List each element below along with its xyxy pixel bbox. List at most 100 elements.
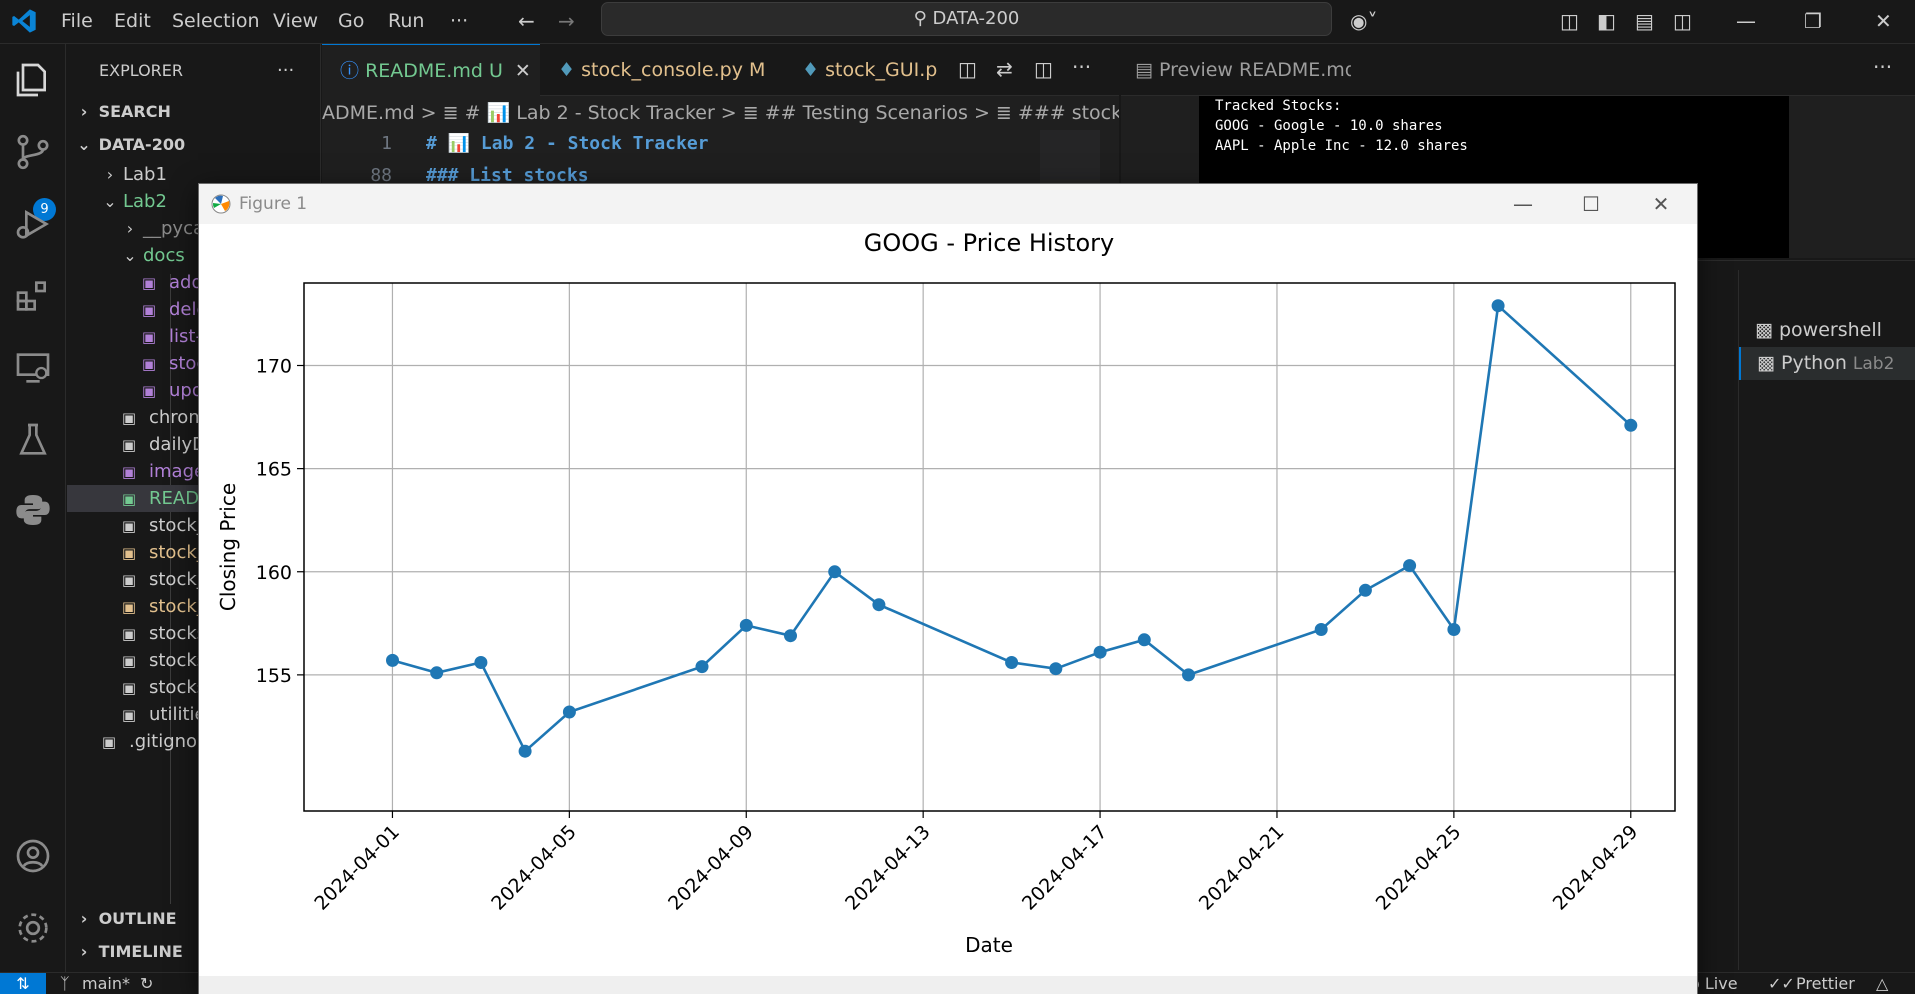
activity-bar: 9 [0,44,66,972]
file-icon: ▣ [141,382,157,400]
data-point [1137,633,1151,647]
explorer-more-button[interactable]: ··· [277,54,317,87]
title-bar: File Edit Selection View Go Run ··· ← → … [0,0,1915,44]
minimap[interactable] [1040,130,1100,190]
command-center-search[interactable]: ⚲ DATA-200 [601,2,1332,36]
price-history-chart[interactable]: GOOG - Price History 2024-04-01 2024-04-0… [199,224,1697,976]
file-icon: ▣ [141,328,157,346]
back-arrow-icon[interactable]: ← [518,10,535,32]
search-section[interactable]: › SEARCH [67,95,320,128]
vscode-logo-icon[interactable] [10,7,38,35]
preview-more-icon[interactable]: ··· [1873,56,1892,78]
tab-stock-console[interactable]: ♦ stock_console.py M [540,44,790,96]
python-icon[interactable] [13,490,53,530]
toggle-sidebar-icon[interactable]: ◧ [1597,10,1616,32]
editor-tab-bar: ⓘ README.md U ✕ ♦ stock_console.py M ♦ s… [322,44,1119,96]
figure-close-icon[interactable]: ✕ [1631,184,1691,224]
y-axis-label: Closing Price [216,483,240,611]
branch-icon: ᛉ [60,974,70,993]
figure-maximize-icon[interactable]: ☐ [1561,184,1621,224]
tab-preview-readme[interactable]: ▤ Preview README.md ✕ [1121,44,1351,96]
account-icon[interactable] [13,836,53,876]
figure-window-title: Figure 1 [239,194,308,214]
minimize-icon[interactable]: — [1736,10,1756,32]
terminal-suffix: Lab2 [1852,354,1895,374]
sync-icon[interactable]: ↻ [140,973,153,994]
check-icon: ✓✓ [1768,974,1795,993]
code-editor[interactable]: 1 # 📊 Lab 2 - Stock Tracker 88 ### List … [322,130,1119,190]
x-axis-label: Date [965,933,1013,957]
x-tick-label: 2024-04-01 [310,821,404,915]
remote-explorer-icon[interactable] [13,348,53,388]
data-point [739,618,753,632]
preview-line: Tracked Stocks: [1215,98,1342,114]
file-icon: ▣ [121,544,137,562]
terminal-item-powershell[interactable]: ▩ powershell [1739,314,1915,347]
testing-flask-icon[interactable] [13,420,53,460]
menu-file[interactable]: File [61,6,93,36]
customize-layout-icon[interactable]: ◫ [1560,10,1579,32]
figure-minimize-icon[interactable]: — [1493,184,1553,224]
file-icon: ▣ [121,706,137,724]
menu-selection[interactable]: Selection [172,6,260,36]
workspace-root-label: DATA-200 [98,135,186,154]
menu-edit[interactable]: Edit [114,6,151,36]
data-point [562,705,576,719]
search-section-label: SEARCH [98,102,171,121]
restore-icon[interactable]: ❐ [1804,10,1822,32]
menu-run[interactable]: Run [388,6,424,36]
prettier-label[interactable]: Prettier [1796,973,1855,994]
file-icon: ▣ [121,490,137,508]
editor-more-icon[interactable]: ··· [1072,56,1091,78]
extensions-icon[interactable] [13,276,53,316]
terminal-item-python[interactable]: ▩ Python Lab2 [1739,347,1915,380]
code-line: # 📊 Lab 2 - Stock Tracker [426,133,709,154]
compare-changes-icon[interactable]: ⇄ [996,58,1013,80]
figure-titlebar[interactable]: Figure 1 — ☐ ✕ [199,184,1697,224]
preview-tab-bar: ▤ Preview README.md ✕ ··· [1121,44,1915,96]
tree-item-label: Lab1 [123,164,167,185]
settings-gear-icon[interactable] [13,908,53,948]
search-icon: ⚲ [913,8,927,29]
tab-readme[interactable]: ⓘ README.md U ✕ [322,44,540,96]
chevron-icon: ⌄ [103,192,117,211]
data-point [386,653,399,667]
outline-section-label: OUTLINE [98,909,177,928]
workspace-root[interactable]: ⌄ DATA-200 [67,128,320,161]
x-tick-label: 2024-04-29 [1549,821,1643,915]
toggle-secondary-sidebar-icon[interactable]: ◫ [1673,10,1692,32]
command-center-label: DATA-200 [932,8,1020,29]
breadcrumb[interactable]: ADME.md > ≣ # 📊 Lab 2 - Stock Tracker > … [322,96,1119,130]
remote-indicator-icon[interactable]: ⇅ [0,973,46,994]
y-tick-label: 165 [256,459,292,481]
chart-title: GOOG - Price History [864,229,1114,257]
terminal-icon: ▩ [1755,319,1773,341]
toggle-panel-icon[interactable]: ▤ [1635,10,1654,32]
tab-stock-gui[interactable]: ♦ stock_GUI.p [790,44,940,96]
explorer-icon[interactable] [13,60,53,100]
file-icon: ▣ [101,733,117,751]
notifications-bell-icon[interactable]: △ [1876,973,1888,994]
x-tick-label: 2024-04-17 [1018,821,1112,915]
copilot-icon[interactable]: ◉˅ [1350,10,1377,32]
figure-toolbar[interactable] [199,976,1697,994]
y-tick-label: 155 [256,665,292,687]
terminal-label: powershell [1779,319,1882,341]
x-tick-label: 2024-04-05 [487,821,581,915]
branch-label[interactable]: main* [82,973,130,994]
source-control-icon[interactable] [13,132,53,172]
forward-arrow-icon[interactable]: → [558,10,575,32]
x-tick-label: 2024-04-25 [1372,821,1466,915]
run-debug-icon[interactable] [13,204,53,244]
split-editor-icon[interactable]: ◫ [1034,58,1053,80]
file-icon: ▣ [121,463,137,481]
menu-view[interactable]: View [273,6,318,36]
file-icon: ▣ [121,625,137,643]
close-window-icon[interactable]: ✕ [1875,10,1892,32]
series-goog [386,299,1638,758]
close-tab-icon[interactable]: ✕ [515,60,531,82]
menu-go[interactable]: Go [338,6,364,36]
figure-window[interactable]: Figure 1 — ☐ ✕ GOOG - Price History 2024… [198,183,1698,994]
menu-more[interactable]: ··· [450,6,468,36]
open-preview-icon[interactable]: ◫ [958,58,977,80]
